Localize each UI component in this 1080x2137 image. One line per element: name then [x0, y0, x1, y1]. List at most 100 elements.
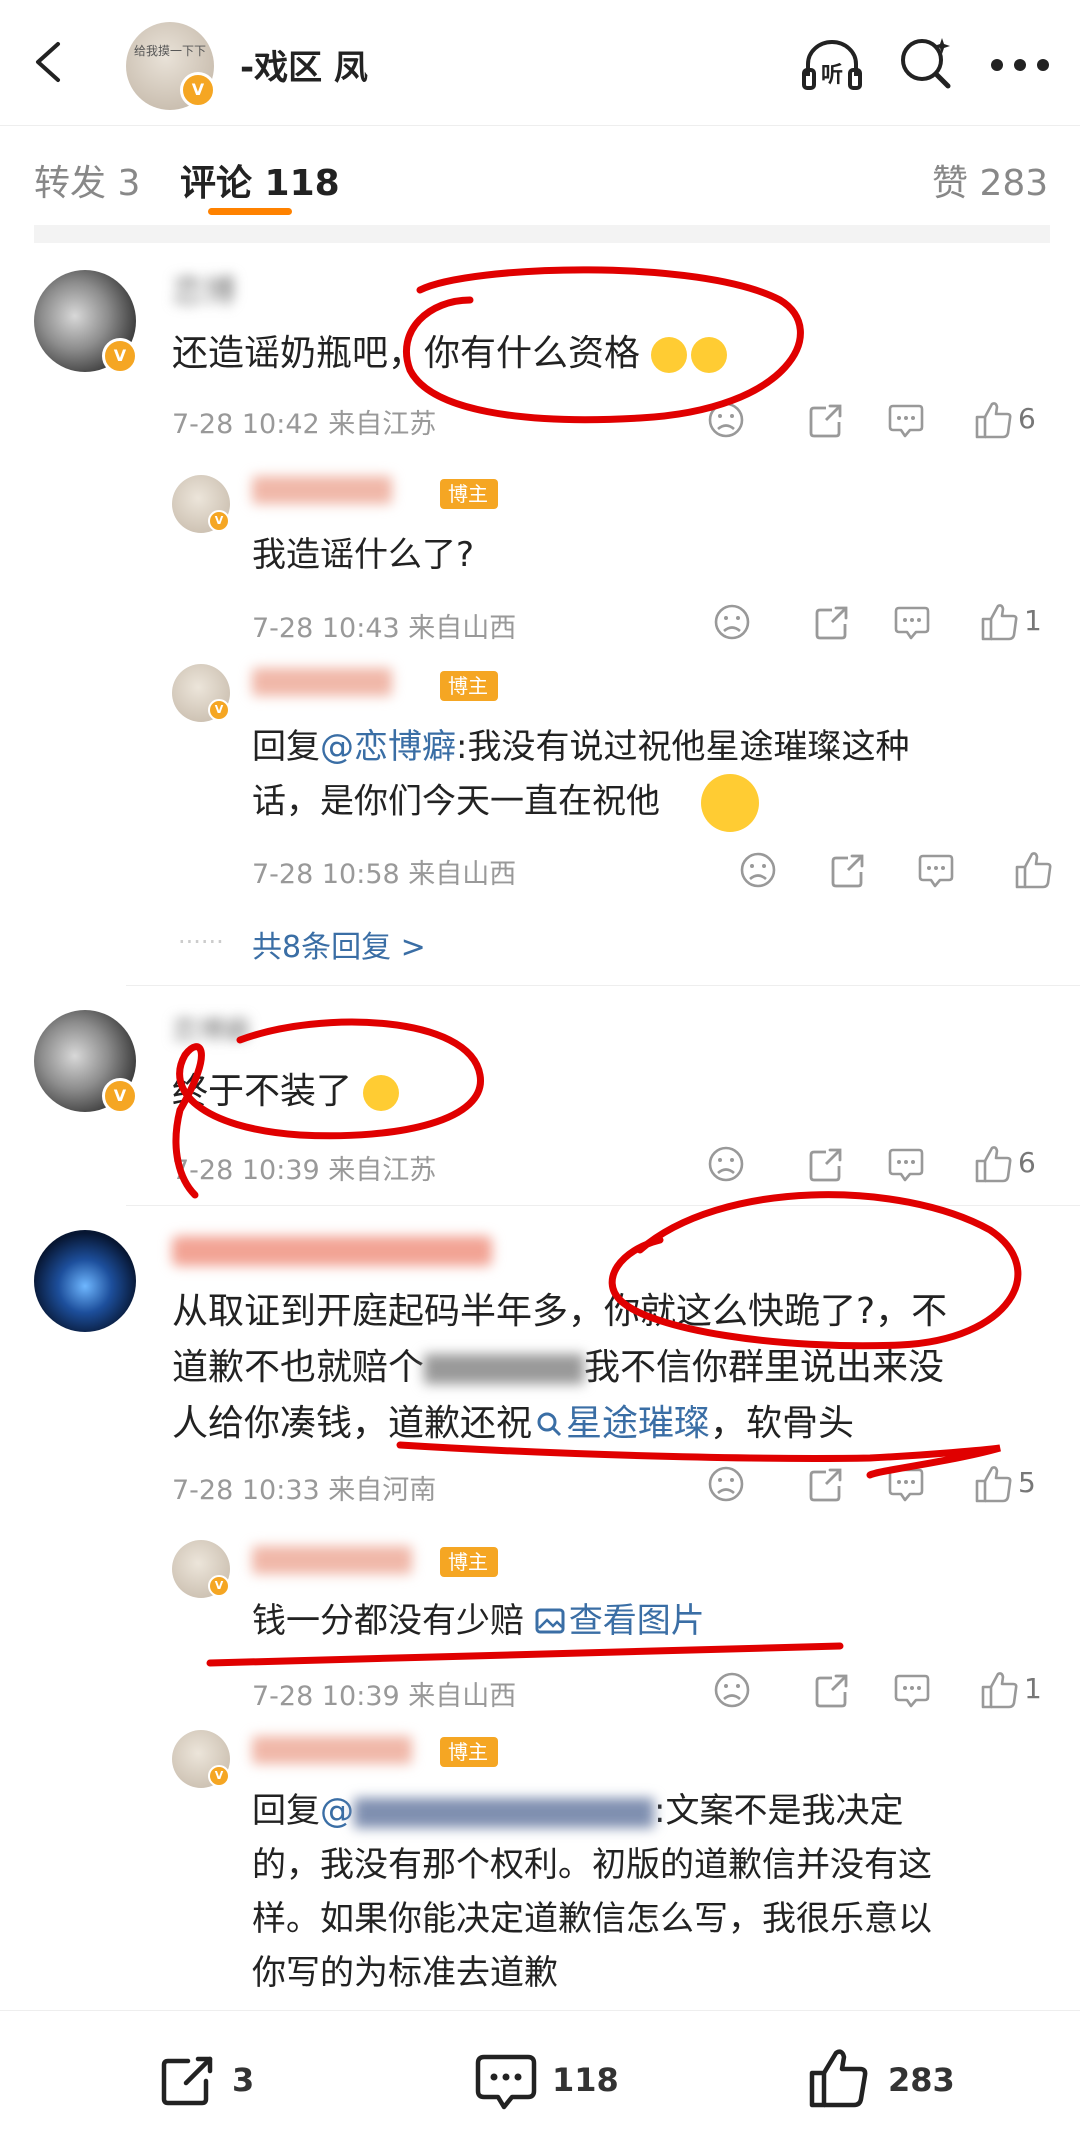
like-count: 6 [1018, 402, 1036, 435]
topic-link[interactable]: 星途璀璨 [532, 1403, 710, 1444]
comment-text-line: 人给你凑钱，道歉还祝 [172, 1403, 533, 1444]
verified-badge-icon: V [208, 510, 230, 532]
like-count: 1 [1024, 604, 1042, 637]
comment-actions: 6 [706, 400, 1056, 440]
comment-timestamp: 7-28 10:33 来自河南 [172, 1475, 437, 1506]
svg-text:听: 听 [821, 63, 843, 88]
comment-text-line: 道歉不也就赔个 [172, 1347, 425, 1388]
comment-timestamp: 7-28 10:42 来自江苏 [172, 409, 437, 440]
comment-icon[interactable] [916, 850, 956, 890]
share-icon[interactable] [806, 1144, 846, 1184]
more-replies-link[interactable]: 共8条回复 > [252, 922, 426, 966]
dislike-icon[interactable] [712, 1670, 752, 1710]
back-arrow-icon[interactable] [28, 40, 72, 84]
image-icon [535, 1608, 565, 1634]
dislike-icon[interactable] [706, 400, 746, 440]
blogger-badge: 博主 [440, 1547, 498, 1577]
comment-icon[interactable] [474, 2051, 538, 2111]
reply-author-name[interactable] [252, 668, 392, 696]
blogger-badge: 博主 [440, 479, 498, 509]
dislike-icon[interactable] [712, 602, 752, 642]
reply-text: 回复@恋博癖:我没有说过祝他星途璀璨这种 话，是你们今天一直在祝他 [252, 720, 909, 832]
active-tab-indicator [208, 208, 292, 215]
tab-comments[interactable]: 评论 118 [180, 154, 340, 206]
bottom-action-bar: 3 118 283 [0, 2010, 1080, 2137]
share-icon[interactable] [828, 850, 868, 890]
like-count: 5 [1018, 1466, 1036, 1499]
reply-author-name[interactable] [252, 1546, 412, 1574]
reply-timestamp: 7-28 10:39 来自山西 [252, 1681, 517, 1712]
avatar[interactable] [34, 1230, 136, 1332]
share-icon[interactable] [812, 1670, 852, 1710]
share-icon[interactable] [812, 602, 852, 642]
blogger-badge: 博主 [440, 1737, 498, 1767]
reply-text-line: 你写的为标准去道歉 [252, 1953, 558, 1993]
comment-icon[interactable] [892, 1670, 932, 1710]
verified-badge-icon: V [208, 1575, 230, 1597]
comment-text: 从取证到开庭起码半年多，你就这么快跪了?，不 道歉不也就赔个 我不信你群里说出来没… [172, 1284, 1052, 1452]
comment-actions: 6 [706, 1144, 1056, 1184]
like-count: 6 [1018, 1146, 1036, 1179]
tab-repost[interactable]: 转发 3 [34, 154, 140, 206]
dislike-icon[interactable] [738, 850, 778, 890]
mention-link[interactable]: @ [320, 1791, 354, 1831]
view-image-link[interactable]: 查看图片 [535, 1601, 705, 1641]
verified-badge-icon: V [208, 699, 230, 721]
share-icon[interactable] [806, 1464, 846, 1504]
reply-text: 钱一分都没有少赔 查看图片 [252, 1594, 705, 1648]
like-icon[interactable] [808, 2047, 870, 2109]
blogger-name[interactable]: -戏区 凤 [240, 40, 368, 89]
search-icon [537, 1412, 562, 1437]
more-options-icon[interactable] [990, 58, 1050, 72]
mention-link[interactable]: @恋博癖 [320, 727, 456, 767]
tab-likes[interactable]: 赞 283 [932, 154, 1048, 206]
commenter-name[interactable]: 恋博癖 [172, 1010, 250, 1047]
search-icon[interactable] [898, 36, 954, 92]
comment-timestamp: 7-28 10:39 来自江苏 [172, 1155, 437, 1186]
comment-icon[interactable] [892, 602, 932, 642]
like-count: 1 [1024, 1672, 1042, 1705]
laughing-emoji-icon [651, 337, 688, 373]
reply-timestamp: 7-28 10:58 来自山西 [252, 859, 517, 890]
reply-actions [738, 850, 1058, 890]
comment-text: 终于不装了 [172, 1064, 400, 1120]
like-icon[interactable] [974, 1464, 1014, 1504]
like-icon[interactable] [1014, 850, 1054, 890]
annotation-underline [206, 1642, 844, 1667]
dots-separator: ······ [178, 928, 224, 956]
like-icon[interactable] [974, 400, 1014, 440]
repost-icon[interactable] [158, 2051, 216, 2109]
reply-author-name[interactable] [252, 1736, 412, 1764]
reply-text-line: 的，我没有那个权利。初版的道歉信并没有这 [252, 1845, 932, 1885]
share-icon[interactable] [806, 400, 846, 440]
verified-badge-icon: V [180, 72, 216, 108]
listen-icon[interactable]: 听 [800, 36, 864, 92]
repost-count: 3 [232, 2061, 255, 2099]
commenter-name[interactable]: 恋博 [172, 266, 236, 312]
topic-link-text: 星途璀璨 [566, 1403, 711, 1444]
comment-icon[interactable] [886, 400, 926, 440]
tab-bar: 转发 3 评论 118 赞 283 [0, 125, 1080, 226]
comment-actions: 5 [706, 1464, 1056, 1504]
commenter-name[interactable] [172, 1236, 492, 1266]
like-icon[interactable] [980, 1670, 1020, 1710]
comment-text-content: 还造谣奶瓶吧，你有什么资格 [172, 333, 641, 374]
dislike-icon[interactable] [706, 1464, 746, 1504]
like-icon[interactable] [974, 1144, 1014, 1184]
divider [126, 985, 1080, 986]
reply-author-name[interactable] [252, 476, 392, 504]
reply-timestamp: 7-28 10:43 来自山西 [252, 613, 517, 644]
dislike-icon[interactable] [706, 1144, 746, 1184]
comment-icon[interactable] [886, 1144, 926, 1184]
avatar-caption: 给我摸一下下 [133, 44, 206, 58]
comment-text: 还造谣奶瓶吧，你有什么资格 [172, 326, 728, 382]
reply-text: 我造谣什么了? [252, 535, 475, 575]
comment-text-line: 从取证到开庭起码半年多，你就这么快跪了?，不 [172, 1291, 948, 1332]
like-icon[interactable] [980, 602, 1020, 642]
blogger-badge: 博主 [440, 671, 498, 701]
comment-icon[interactable] [886, 1464, 926, 1504]
reply-prefix: 回复 [252, 1791, 320, 1831]
verified-badge-icon: V [102, 1078, 138, 1114]
grinning-emoji-icon [700, 774, 759, 832]
reply-actions: 1 [712, 1670, 1062, 1710]
